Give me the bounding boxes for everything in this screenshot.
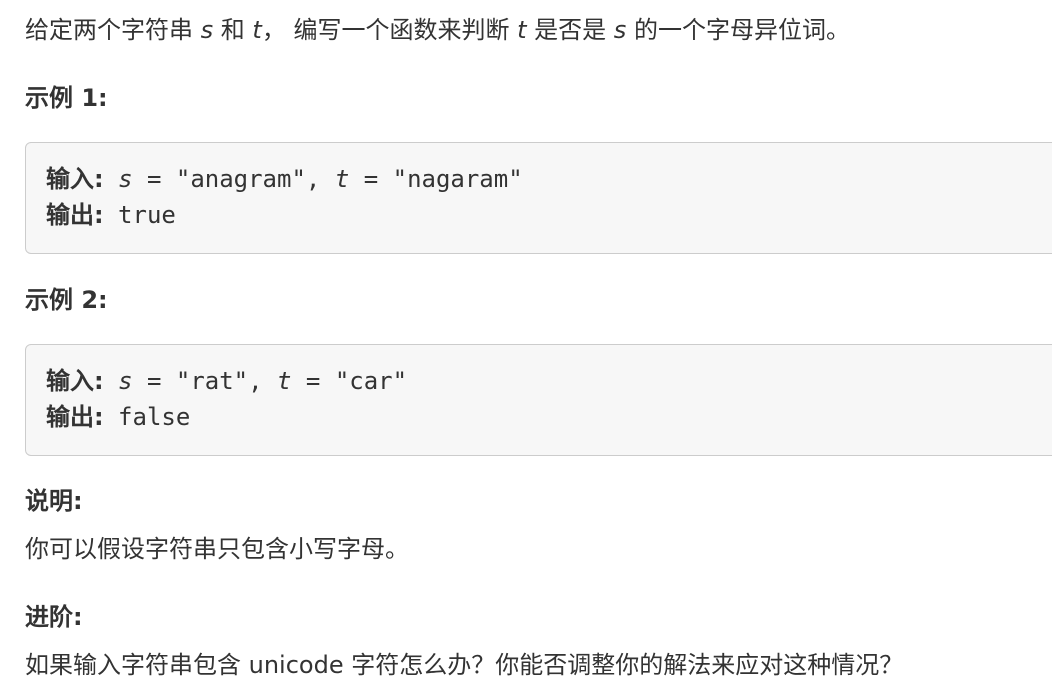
input-label: 输入:: [46, 165, 104, 193]
statement-part: 的一个字母异位词。: [626, 16, 850, 44]
variable-t: t: [334, 165, 350, 193]
statement-part: 给定两个字符串: [25, 16, 201, 44]
example-1-output-line: 输出: true: [46, 198, 176, 232]
variable-t: t: [517, 16, 527, 44]
example-1-heading: 示例 1:: [25, 84, 108, 112]
variable-t: t: [252, 16, 262, 44]
variable-s: s: [118, 367, 133, 395]
note-text: 你可以假设字符串只包含小写字母。: [25, 535, 409, 563]
variable-s: s: [200, 16, 214, 44]
variable-t: t: [277, 367, 292, 395]
example-2-input-line: 输入: s = "rat", t = "car": [46, 364, 407, 398]
example-2-code-block: 输入: s = "rat", t = "car" 输出: false: [25, 344, 1052, 456]
example-2-heading: 示例 2:: [25, 286, 108, 314]
statement-part: 和: [213, 16, 253, 44]
output-label: 输出:: [46, 201, 104, 229]
note-heading: 说明:: [25, 487, 83, 515]
advanced-heading: 进阶:: [25, 603, 83, 631]
variable-s: s: [118, 165, 133, 193]
output-value: false: [103, 403, 191, 431]
example-1-code-block: 输入: s = "anagram", t = "nagaram" 输出: tru…: [25, 142, 1052, 254]
output-value: true: [103, 201, 176, 229]
statement-part: ， 编写一个函数来判断: [261, 16, 518, 44]
example-1-input-line: 输入: s = "anagram", t = "nagaram": [46, 162, 523, 196]
input-s-value: = "rat",: [132, 367, 278, 395]
statement-part: 是否是: [526, 16, 614, 44]
variable-s: s: [613, 16, 627, 44]
input-t-value: = "nagaram": [349, 165, 523, 193]
input-t-value: = "car": [291, 367, 408, 395]
input-label: 输入:: [46, 367, 104, 395]
advanced-text: 如果输入字符串包含 unicode 字符怎么办？你能否调整你的解法来应对这种情况…: [25, 651, 904, 679]
problem-statement: 给定两个字符串 s 和 t， 编写一个函数来判断 t 是否是 s 的一个字母异位…: [25, 14, 850, 46]
output-label: 输出:: [46, 403, 104, 431]
input-s-value: = "anagram",: [132, 165, 335, 193]
example-2-output-line: 输出: false: [46, 400, 190, 434]
